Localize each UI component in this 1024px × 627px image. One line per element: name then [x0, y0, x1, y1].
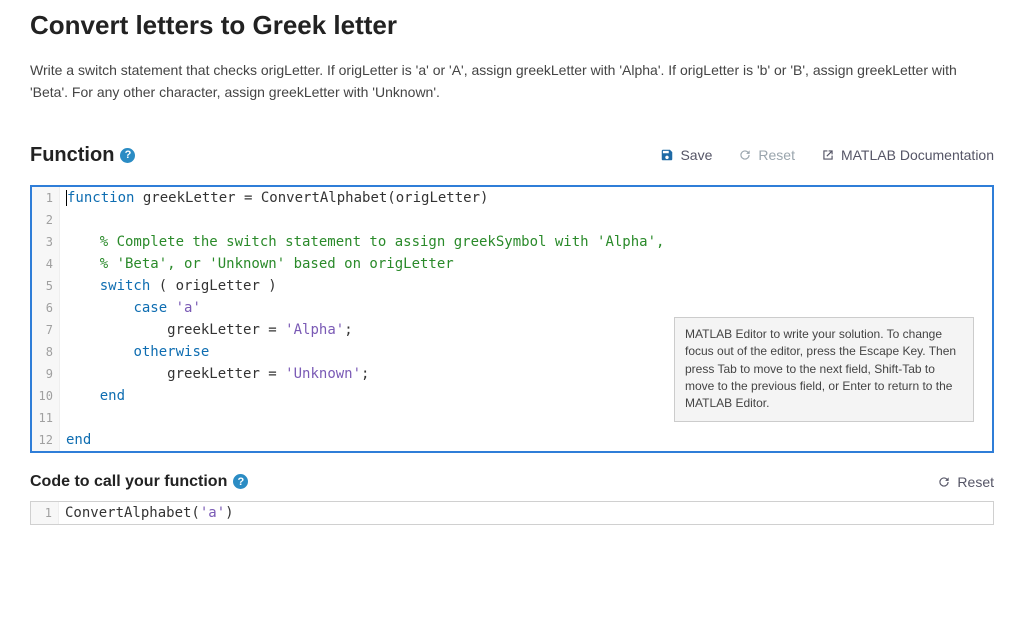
problem-description: Write a switch statement that checks ori… — [30, 59, 970, 104]
gutter-line: 7 — [32, 319, 60, 341]
code-token: 'a' — [176, 300, 201, 316]
function-section-header: Function ? Save Reset MATLAB Documentati… — [30, 144, 994, 167]
gutter-line: 12 — [32, 429, 60, 451]
editor-toolbar: Save Reset MATLAB Documentation — [660, 147, 994, 163]
gutter-line: 1 — [31, 502, 59, 524]
call-section-label: Code to call your function — [30, 473, 227, 491]
save-icon — [660, 148, 674, 162]
gutter-line: 8 — [32, 341, 60, 363]
gutter-line: 4 — [32, 253, 60, 275]
call-editor[interactable]: 1 ConvertAlphabet('a') — [30, 501, 994, 525]
code-token: switch — [100, 278, 151, 294]
docs-icon — [821, 148, 835, 162]
code-token: ConvertAlphabet( — [65, 505, 200, 521]
reset-button[interactable]: Reset — [738, 147, 795, 163]
gutter-line: 6 — [32, 297, 60, 319]
docs-label: MATLAB Documentation — [841, 147, 994, 163]
code-token: greekLetter = — [167, 366, 285, 382]
code-token: greekLetter = — [167, 322, 285, 338]
editor-hint-tooltip: MATLAB Editor to write your solution. To… — [674, 317, 974, 422]
code-token: case — [133, 300, 167, 316]
code-token: end — [66, 432, 91, 448]
gutter-line: 2 — [32, 209, 60, 231]
gutter-line: 11 — [32, 407, 60, 429]
page-title: Convert letters to Greek letter — [30, 10, 994, 41]
save-button[interactable]: Save — [660, 147, 712, 163]
code-token: ; — [344, 322, 352, 338]
code-token: ) — [225, 505, 233, 521]
gutter-line: 5 — [32, 275, 60, 297]
code-token: ; — [361, 366, 369, 382]
code-token: 'Alpha' — [285, 322, 344, 338]
reset-icon — [937, 475, 951, 489]
code-token: ( origLetter ) — [150, 278, 276, 294]
code-token: 'a' — [200, 505, 225, 521]
matlab-docs-link[interactable]: MATLAB Documentation — [821, 147, 994, 163]
gutter-line: 9 — [32, 363, 60, 385]
code-token: end — [100, 388, 125, 404]
reset-icon — [738, 148, 752, 162]
code-token: greekLetter = ConvertAlphabet(origLetter… — [134, 190, 488, 206]
function-editor[interactable]: 1 function greekLetter = ConvertAlphabet… — [30, 185, 994, 453]
code-token: function — [67, 190, 134, 206]
call-reset-button[interactable]: Reset — [937, 474, 994, 490]
gutter-line: 10 — [32, 385, 60, 407]
gutter-line: 3 — [32, 231, 60, 253]
code-token: % 'Beta', or 'Unknown' based on origLett… — [66, 256, 454, 272]
help-icon[interactable]: ? — [120, 148, 135, 163]
call-reset-label: Reset — [957, 474, 994, 490]
gutter-line: 1 — [32, 187, 60, 209]
reset-label: Reset — [758, 147, 795, 163]
code-token: % Complete the switch statement to assig… — [66, 234, 664, 250]
function-label: Function — [30, 144, 114, 167]
code-token: otherwise — [133, 344, 209, 360]
code-token: 'Unknown' — [285, 366, 361, 382]
save-label: Save — [680, 147, 712, 163]
call-section-header: Code to call your function ? Reset — [30, 473, 994, 491]
help-icon[interactable]: ? — [233, 474, 248, 489]
